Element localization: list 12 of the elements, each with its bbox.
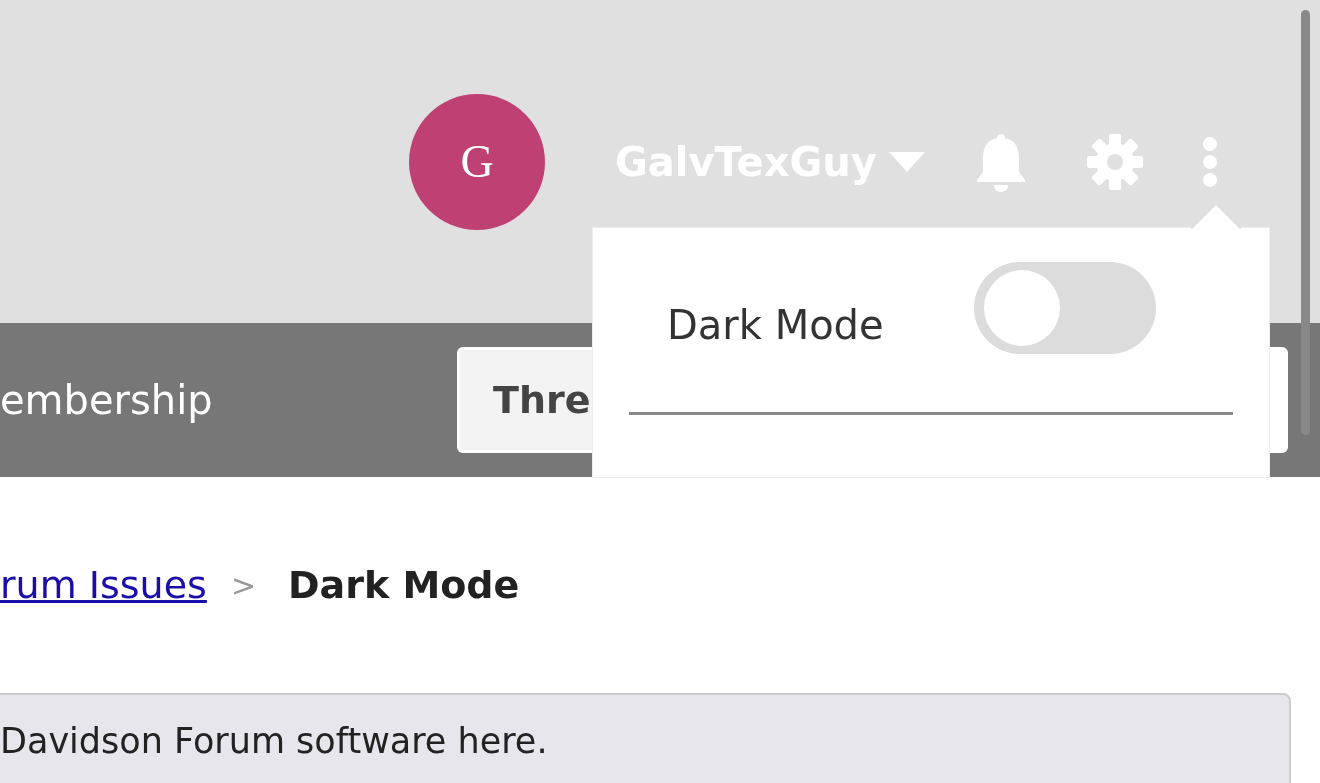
breadcrumb-separator: > [230,567,256,603]
settings-icon[interactable] [1086,133,1143,190]
scrollbar[interactable] [1301,10,1310,435]
breadcrumb-current: Dark Mode [288,563,520,607]
nav-link[interactable]: embership [0,377,213,423]
breadcrumb-link[interactable]: rum Issues [0,563,207,607]
notification-bell-icon[interactable] [974,131,1027,192]
more-options-icon[interactable] [1200,135,1219,188]
avatar[interactable]: G [409,93,545,230]
caret-icon [888,151,925,172]
notice-text: Davidson Forum software here. [0,721,548,761]
setting-label: Dark Mode [667,302,884,348]
